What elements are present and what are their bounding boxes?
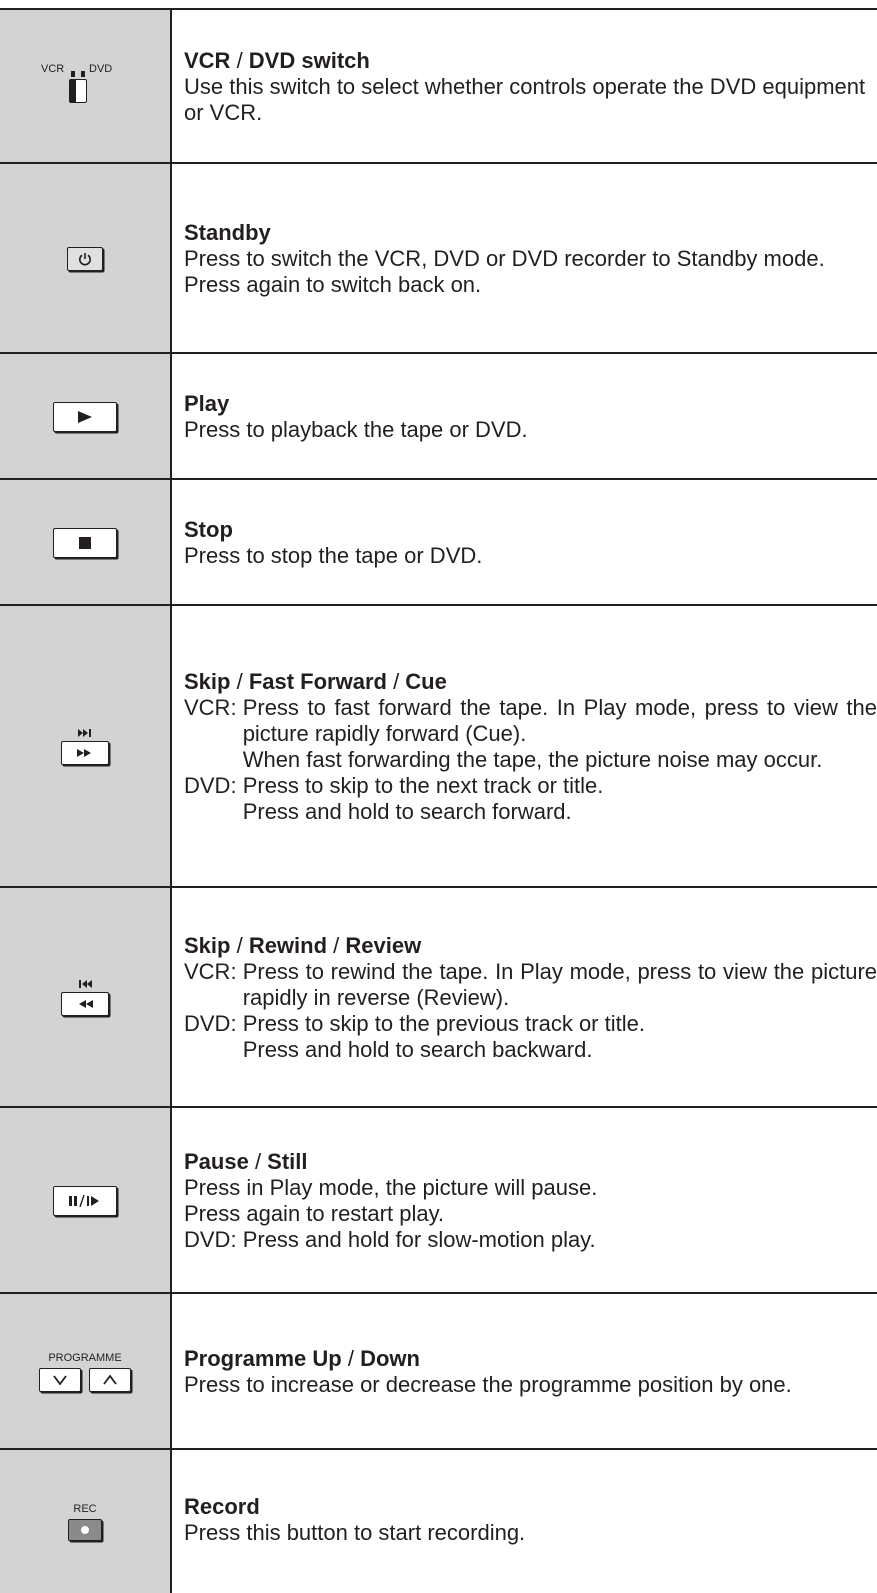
switch-label-dvd: DVD [89, 63, 113, 75]
description-line: Press to rewind the tape. In Play mode, … [242, 959, 877, 1010]
description-line: Press to fast forward the tape. In Play … [242, 695, 877, 746]
row-title: Stop [184, 517, 233, 542]
description-line: Press and hold to search forward. [242, 799, 572, 824]
table-row: Stop Press to stop the tape or DVD. [0, 480, 877, 606]
record-icon-label: REC [73, 1502, 97, 1515]
row-title: Play [184, 391, 230, 416]
chevron-down-icon [39, 1368, 81, 1392]
table-row: Skip / Fast Forward / Cue VCR: Press to … [0, 606, 877, 888]
description-line: Press to stop the tape or DVD. [184, 543, 483, 568]
record-icon: REC [0, 1450, 170, 1593]
description-line: When fast forwarding the tape, the pictu… [242, 747, 823, 772]
description-line: Press to playback the tape or DVD. [184, 417, 528, 442]
description-line: Press and hold for slow-motion play. [242, 1227, 596, 1252]
dvd-label: DVD: [184, 1227, 243, 1252]
description-line: Press again to restart play. [184, 1201, 445, 1226]
table-row: Play Press to playback the tape or DVD. [0, 354, 877, 480]
column-divider [170, 8, 172, 1593]
description-line: Press and hold to search backward. [242, 1037, 593, 1062]
row-title: VCR / DVD switch [184, 48, 370, 73]
table-row: PROGRAMME Programme Up / Down Press to i… [0, 1294, 877, 1450]
row-title: Pause / Still [184, 1149, 308, 1174]
row-title: Record [184, 1494, 260, 1519]
description-line: Press to skip to the previous track or t… [242, 1011, 645, 1036]
dvd-label: DVD: [184, 1011, 243, 1036]
vcr-label: VCR: [184, 695, 243, 720]
description-line: Press to increase or decrease the progra… [184, 1372, 792, 1397]
skip-forward-icon [0, 606, 170, 888]
row-title: Skip / Rewind / Review [184, 933, 422, 958]
table-row: VCR DVD VCR / DVD switch Use this switch… [0, 10, 877, 164]
row-title: Programme Up / Down [184, 1346, 420, 1371]
row-title: Skip / Fast Forward / Cue [184, 669, 447, 694]
switch-label-vcr: VCR [41, 63, 65, 75]
vcr-label: VCR: [184, 959, 243, 984]
description-line: Press to switch the VCR, DVD or DVD reco… [184, 246, 825, 271]
description-cell: VCR / DVD switch Use this switch to sele… [184, 10, 877, 164]
stop-icon [0, 480, 170, 606]
table-row: Skip / Rewind / Review VCR: Press to rew… [0, 888, 877, 1108]
description-line: Press to skip to the next track or title… [242, 773, 604, 798]
programme-icon-label: PROGRAMME [48, 1352, 122, 1364]
table-row: REC Record Press this button to start re… [0, 1450, 877, 1593]
table-row: Standby Press to switch the VCR, DVD or … [0, 164, 877, 354]
dvd-label: DVD: [184, 773, 243, 798]
play-icon [0, 354, 170, 480]
description-line: Press this button to start recording. [184, 1520, 526, 1545]
chevron-up-icon [89, 1368, 131, 1392]
pause-still-icon [0, 1108, 170, 1294]
description-line: Use this switch to select whether contro… [184, 74, 866, 125]
remote-functions-table: VCR DVD VCR / DVD switch Use this switch… [0, 0, 877, 1593]
vcr-dvd-switch-icon: VCR DVD [0, 10, 170, 164]
skip-rewind-icon [0, 888, 170, 1108]
power-icon [0, 164, 170, 354]
description-line: Press again to switch back on. [184, 272, 482, 297]
table-row: Pause / Still Press in Play mode, the pi… [0, 1108, 877, 1294]
description-line: Press in Play mode, the picture will pau… [184, 1175, 598, 1200]
programme-up-down-icon: PROGRAMME [0, 1294, 170, 1450]
row-title: Standby [184, 220, 271, 245]
